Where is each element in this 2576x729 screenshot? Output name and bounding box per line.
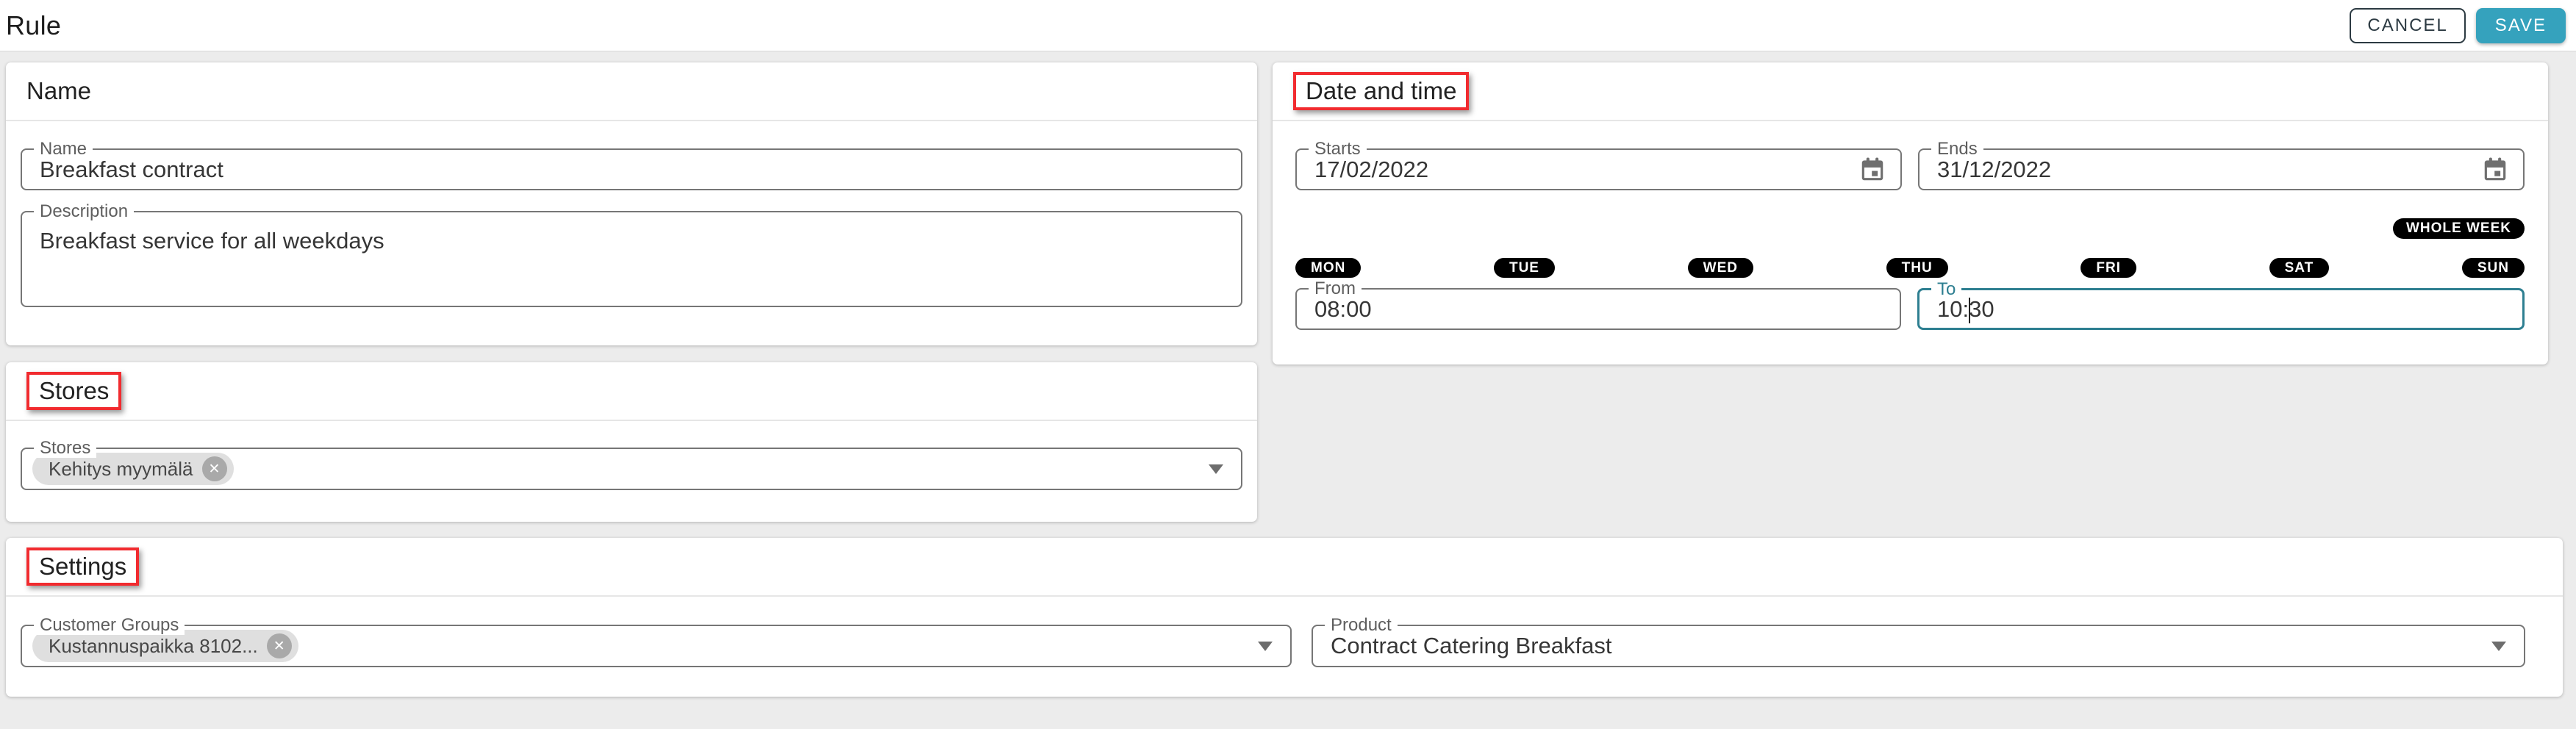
calendar-icon xyxy=(2481,156,2509,184)
weekday-chips-row: MON TUE WED THU FRI SAT SUN xyxy=(1295,258,2525,278)
chip-remove-icon[interactable]: ✕ xyxy=(267,633,292,658)
dropdown-arrow-icon[interactable] xyxy=(2491,642,2506,651)
ends-datepicker-button[interactable] xyxy=(2480,155,2510,184)
starts-date-field[interactable]: Starts 17/02/2022 xyxy=(1295,148,1902,190)
to-field-label: To xyxy=(1931,280,1961,299)
day-chip-tue[interactable]: TUE xyxy=(1494,258,1555,278)
settings-card-title: Settings xyxy=(39,553,126,580)
settings-annotation-box: Settings xyxy=(26,547,139,586)
day-chip-mon[interactable]: MON xyxy=(1295,258,1361,278)
date-time-card-title: Date and time xyxy=(1306,77,1456,104)
product-label: Product xyxy=(1325,616,1398,635)
chip-remove-icon[interactable]: ✕ xyxy=(202,456,227,481)
name-card-title: Name xyxy=(26,77,91,105)
day-chip-thu[interactable]: THU xyxy=(1886,258,1948,278)
stores-select-label: Stores xyxy=(34,439,96,458)
calendar-icon xyxy=(1858,156,1886,184)
ends-field-label: Ends xyxy=(1931,140,1983,159)
text-caret xyxy=(1969,298,1970,323)
date-time-annotation-box: Date and time xyxy=(1293,72,1469,110)
top-bar: Rule CANCEL SAVE xyxy=(0,0,2576,51)
dropdown-arrow-icon[interactable] xyxy=(1258,642,1273,651)
stores-select[interactable]: Stores Kehitys myymälä ✕ xyxy=(21,448,1242,490)
day-chip-sat[interactable]: SAT xyxy=(2269,258,2330,278)
whole-week-chip[interactable]: WHOLE WEEK xyxy=(2393,218,2525,239)
page-title: Rule xyxy=(6,10,61,41)
settings-card-header: Settings xyxy=(6,538,2563,597)
day-chip-wed[interactable]: WED xyxy=(1688,258,1753,278)
ends-date-field[interactable]: Ends 31/12/2022 xyxy=(1918,148,2525,190)
customer-groups-label: Customer Groups xyxy=(34,616,185,635)
to-field-value: 10:30 xyxy=(1937,296,1994,323)
starts-field-value: 17/02/2022 xyxy=(1314,157,1428,183)
from-time-field[interactable]: From 08:00 xyxy=(1295,288,1901,330)
cancel-button[interactable]: CANCEL xyxy=(2350,8,2465,43)
product-value: Contract Catering Breakfast xyxy=(1331,633,1612,659)
stores-annotation-box: Stores xyxy=(26,372,121,410)
stores-chip-label: Kehitys myymälä xyxy=(49,458,193,481)
name-card: Name Name Breakfast contract Description… xyxy=(6,62,1257,345)
from-field-value: 08:00 xyxy=(1314,296,1372,323)
day-chip-sun[interactable]: SUN xyxy=(2462,258,2525,278)
to-time-field[interactable]: To 10:30 xyxy=(1917,288,2525,330)
dropdown-arrow-icon[interactable] xyxy=(1209,464,1223,474)
date-time-card-header: Date and time xyxy=(1273,62,2548,121)
stores-card-header: Stores xyxy=(6,362,1257,421)
stores-card-title: Stores xyxy=(39,377,109,404)
name-field-label: Name xyxy=(34,140,93,159)
save-button[interactable]: SAVE xyxy=(2476,8,2566,43)
product-select[interactable]: Product Contract Catering Breakfast xyxy=(1312,625,2525,667)
description-field[interactable]: Description Breakfast service for all we… xyxy=(21,211,1242,307)
customer-groups-select[interactable]: Customer Groups Kustannuspaikka 8102... … xyxy=(21,625,1292,667)
date-time-card: Date and time Starts 17/02/2022 xyxy=(1273,62,2548,364)
from-field-label: From xyxy=(1309,279,1362,298)
description-field-label: Description xyxy=(34,202,134,221)
day-chip-fri[interactable]: FRI xyxy=(2081,258,2136,278)
settings-card: Settings Customer Groups Kustannuspaikka… xyxy=(6,538,2563,697)
starts-datepicker-button[interactable] xyxy=(1858,155,1887,184)
ends-field-value: 31/12/2022 xyxy=(1937,157,2051,183)
name-field-value: Breakfast contract xyxy=(40,157,223,183)
description-field-value: Breakfast service for all weekdays xyxy=(22,212,1241,270)
starts-field-label: Starts xyxy=(1309,140,1367,159)
customer-groups-chip-label: Kustannuspaikka 8102... xyxy=(49,635,258,658)
name-card-header: Name xyxy=(6,62,1257,121)
stores-card: Stores Stores Kehitys myymälä ✕ xyxy=(6,362,1257,522)
content-area: Name Name Breakfast contract Description… xyxy=(0,51,2576,729)
name-field[interactable]: Name Breakfast contract xyxy=(21,148,1242,190)
